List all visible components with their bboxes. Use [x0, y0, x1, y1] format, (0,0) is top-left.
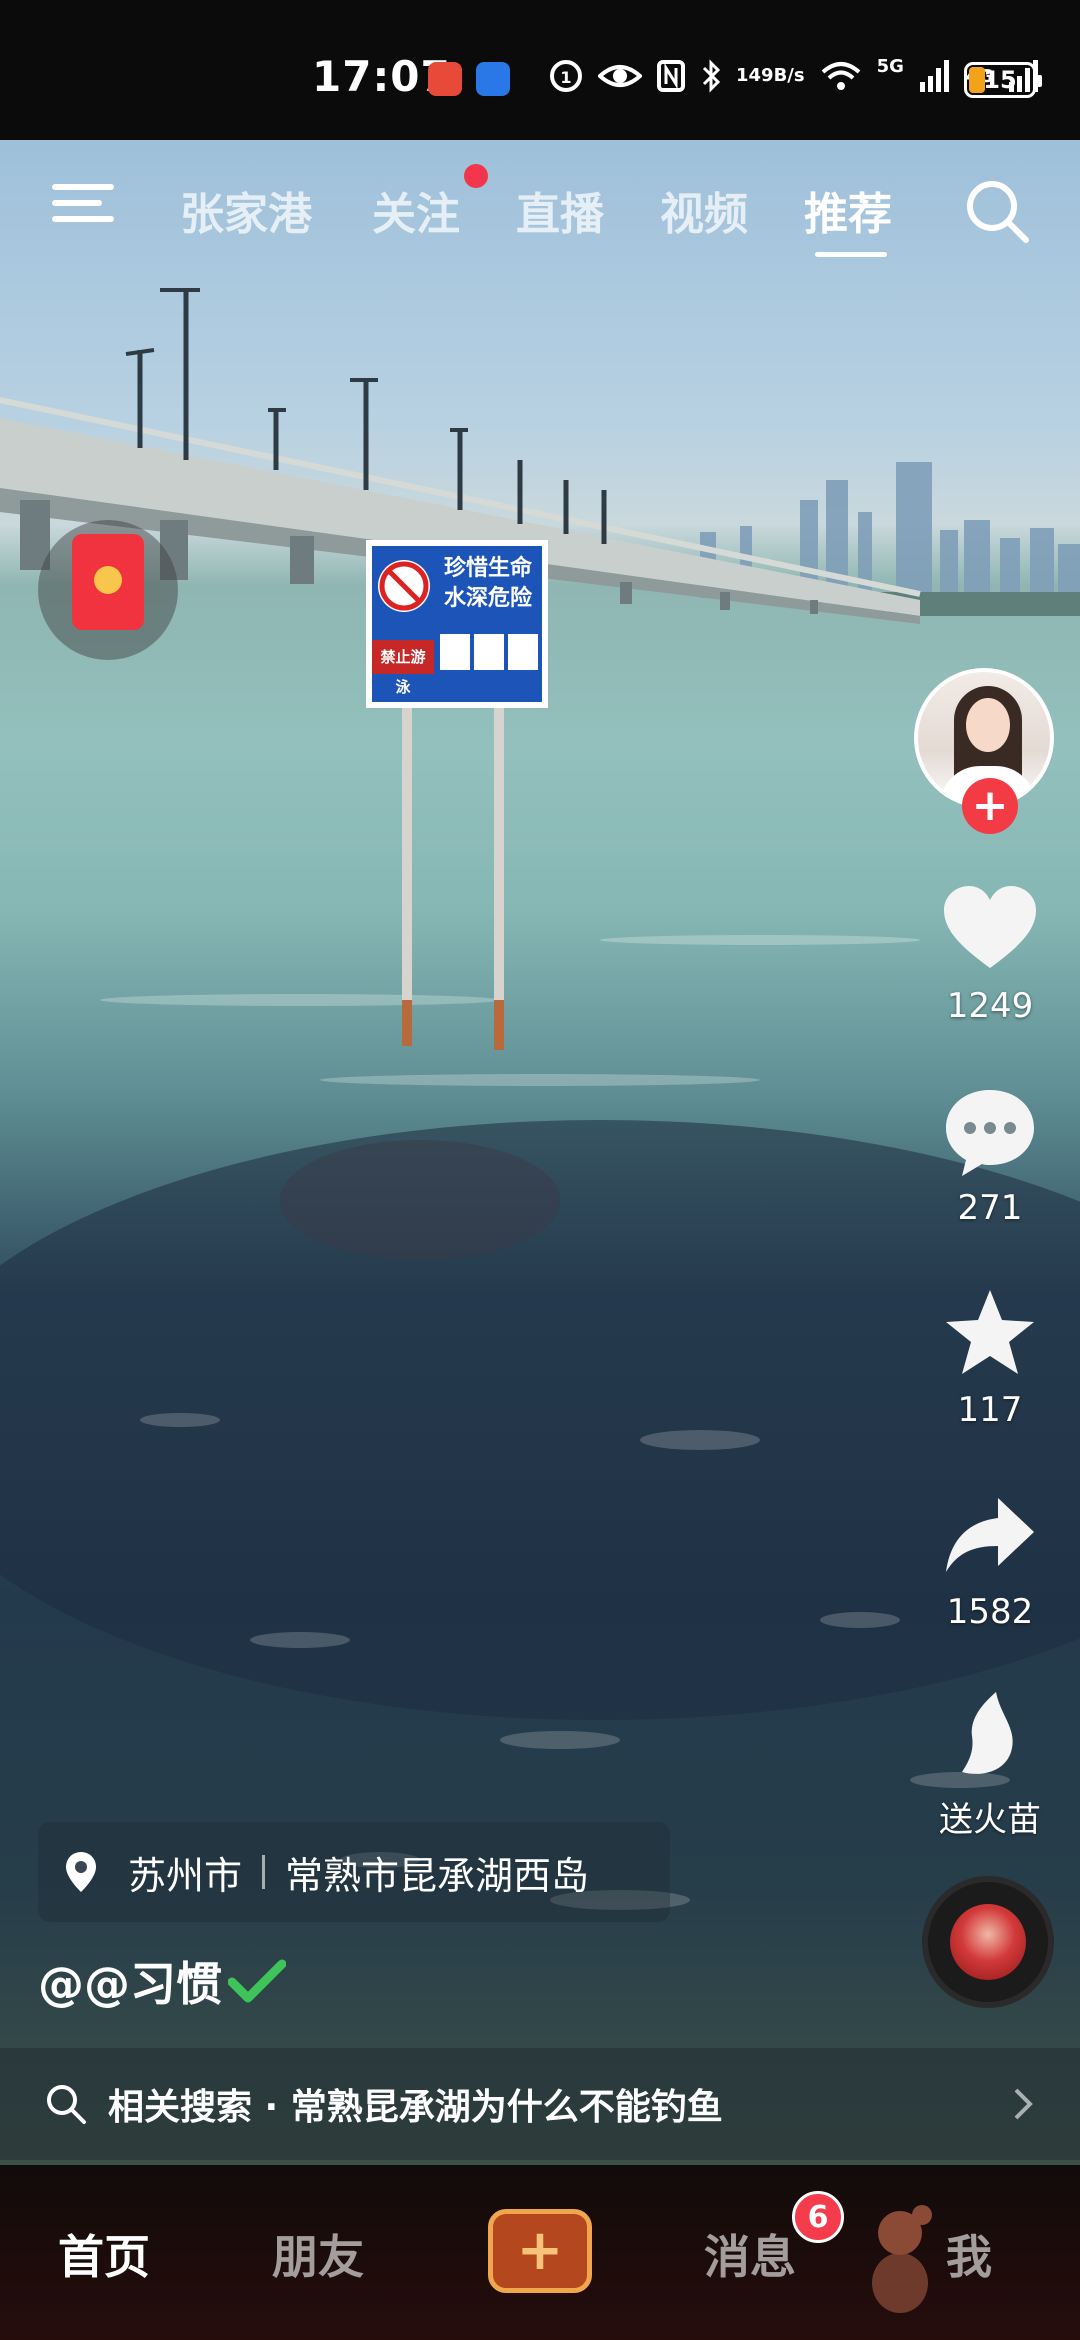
favorite-count: 117	[957, 1390, 1023, 1430]
send-flame-label: 送火苗	[939, 1800, 1041, 1840]
nav-me[interactable]: 我	[946, 2221, 992, 2287]
search-icon	[47, 2085, 86, 2124]
sign-line-1: 珍惜生命	[443, 556, 532, 581]
author-name[interactable]: @@习惯	[38, 1948, 286, 2014]
hd-call-icon: 1	[550, 60, 582, 92]
missed-call-icon	[428, 62, 462, 96]
plus-icon: +	[516, 2218, 564, 2283]
battery-level: 15	[983, 66, 1017, 94]
app-notification-icon	[476, 62, 510, 96]
wifi-icon	[821, 62, 860, 90]
signal-bars-icon	[919, 60, 949, 92]
comment-button[interactable]: 271	[910, 1082, 1070, 1228]
location-place: 常熟市昆承湖西岛	[285, 1853, 590, 1898]
net-speed: 149 B/s	[736, 56, 805, 96]
follow-plus-button[interactable]: +	[962, 778, 1018, 834]
search-icon[interactable]	[962, 176, 1032, 246]
sign-no-swimming: 禁止游泳	[380, 648, 426, 696]
battery-icon: 15	[964, 62, 1042, 98]
eye-icon	[598, 65, 642, 87]
signal-5g-label: 5G	[876, 56, 904, 77]
music-disc[interactable]	[922, 1876, 1054, 2008]
tab-local[interactable]: 张家港	[180, 178, 312, 242]
comment-count: 271	[957, 1188, 1023, 1228]
author-handle: @@习惯	[38, 1957, 222, 2011]
share-button[interactable]: 1582	[910, 1486, 1070, 1632]
nav-friends[interactable]: 朋友	[272, 2221, 364, 2287]
warning-sign-text: 珍惜生命 水深危险	[382, 554, 532, 614]
tab-video[interactable]: 视频	[660, 178, 748, 242]
like-button[interactable]: 1249	[910, 880, 1070, 1026]
verified-check-icon	[228, 1959, 286, 2003]
heart-icon	[944, 886, 1036, 968]
location-separator	[262, 1855, 266, 1889]
comment-icon	[946, 1090, 1034, 1176]
music-cover-art	[950, 1904, 1026, 1980]
bluetooth-icon	[702, 59, 721, 93]
nfc-icon	[657, 60, 685, 92]
net-speed-unit: B/s	[773, 65, 805, 86]
like-count: 1249	[946, 986, 1034, 1026]
signal-5g: 5G	[877, 56, 904, 96]
mascot-decoration-icon	[872, 2205, 932, 2313]
red-packet-button[interactable]	[38, 520, 178, 660]
flame-icon	[962, 1692, 1013, 1774]
nav-messages[interactable]: 消息	[704, 2221, 796, 2287]
tab-live[interactable]: 直播	[516, 178, 604, 242]
menu-icon[interactable]	[52, 180, 116, 228]
nav-home[interactable]: 首页	[58, 2221, 150, 2287]
sign-line-2: 水深危险	[443, 586, 532, 611]
active-tab-indicator	[815, 252, 887, 257]
screen: 17:07 1 149 B/s 5G 15 珍惜生命 水深危险 禁止游泳 张家港…	[0, 0, 1080, 2340]
tab-recommend[interactable]: 推荐	[804, 178, 892, 242]
net-speed-value: 149	[736, 65, 774, 86]
message-badge: 6	[792, 2191, 844, 2243]
share-arrow-icon	[946, 1498, 1034, 1572]
bottom-nav: 首页 朋友 + 消息 6 我	[0, 2165, 1080, 2340]
following-red-dot	[464, 164, 488, 188]
location-chip[interactable]: 苏州市 常熟市昆承湖西岛	[38, 1822, 670, 1922]
status-bar: 17:07 1 149 B/s 5G 15	[0, 0, 1080, 140]
tab-following[interactable]: 关注	[372, 178, 460, 242]
share-count: 1582	[946, 1592, 1034, 1632]
svg-text:1: 1	[560, 68, 571, 87]
favorite-button[interactable]: 117	[910, 1284, 1070, 1430]
star-icon	[946, 1290, 1034, 1374]
top-nav: 张家港 关注 直播 视频 推荐	[0, 140, 1080, 280]
related-search-bar[interactable]: 相关搜索 · 常熟昆承湖为什么不能钓鱼	[0, 2048, 1080, 2160]
location-pin-icon	[66, 1852, 96, 1892]
create-post-button[interactable]: +	[488, 2209, 592, 2293]
send-flame-button[interactable]: 送火苗	[910, 1686, 1070, 1841]
chevron-right-icon	[1014, 2088, 1033, 2120]
location-city: 苏州市	[128, 1853, 243, 1898]
related-search-text: 相关搜索 · 常熟昆承湖为什么不能钓鱼	[108, 2087, 723, 2128]
red-envelope-icon	[72, 534, 144, 630]
